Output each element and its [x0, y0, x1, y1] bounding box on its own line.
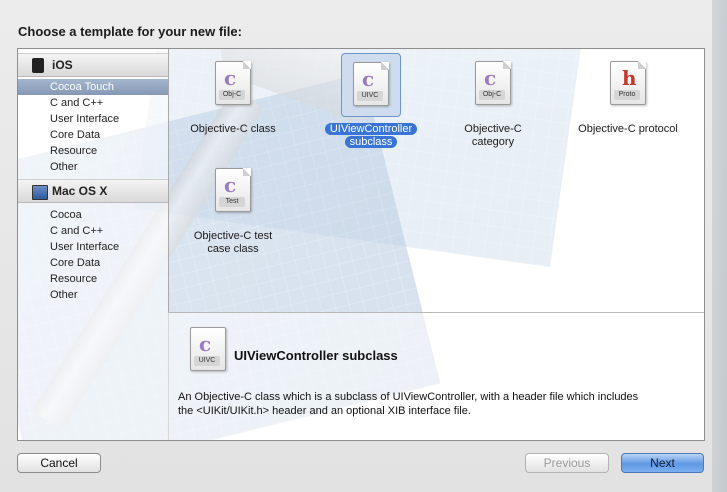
- group-label: Mac OS X: [52, 184, 108, 198]
- sidebar-item-ios-cocoa-touch[interactable]: Cocoa Touch: [18, 79, 168, 95]
- sidebar-item-mac-cocoa[interactable]: Cocoa: [18, 207, 168, 223]
- sidebar-item-ios-user-interface[interactable]: User Interface: [18, 111, 168, 127]
- sidebar-item-ios-resource[interactable]: Resource: [18, 143, 168, 159]
- template-label: UIViewController subclass: [316, 123, 426, 149]
- sidebar-item-ios-c-and-cpp[interactable]: C and C++: [18, 95, 168, 111]
- sidebar-group-ios[interactable]: iOS: [18, 53, 168, 77]
- uivc-file-icon: c UIVC: [190, 327, 226, 371]
- objc-category-file-icon: c Obj-C: [475, 61, 511, 105]
- test-file-icon: c Test: [215, 168, 251, 212]
- mac-icon: [32, 185, 48, 200]
- template-chooser: iOS Cocoa Touch C and C++ User Interface…: [17, 48, 705, 441]
- sidebar-group-mac-os-x[interactable]: Mac OS X: [18, 179, 168, 203]
- cancel-button[interactable]: Cancel: [17, 453, 101, 473]
- description-title: UIViewController subclass: [234, 348, 398, 363]
- sidebar-item-mac-user-interface[interactable]: User Interface: [18, 239, 168, 255]
- platform-sidebar: iOS Cocoa Touch C and C++ User Interface…: [18, 49, 169, 440]
- template-label: Objective-C protocol: [578, 123, 678, 135]
- template-objective-c-test-case-class[interactable]: c Test Objective-C test case class: [178, 160, 288, 256]
- objc-file-icon: c Obj-C: [215, 61, 251, 105]
- dialog-title: Choose a template for your new file:: [18, 24, 242, 39]
- group-label: iOS: [52, 58, 73, 72]
- template-uiviewcontroller-subclass[interactable]: c UIVC UIViewController subclass: [316, 53, 426, 149]
- template-objective-c-category[interactable]: c Obj-C Objective-C category: [438, 53, 548, 149]
- sidebar-item-mac-c-and-cpp[interactable]: C and C++: [18, 223, 168, 239]
- sidebar-item-mac-resource[interactable]: Resource: [18, 271, 168, 287]
- template-objective-c-class[interactable]: c Obj-C Objective-C class: [178, 53, 288, 136]
- template-label: Objective-C test case class: [193, 230, 273, 255]
- protocol-file-icon: h Proto: [610, 61, 646, 105]
- template-label: Objective-C class: [190, 123, 276, 135]
- next-button[interactable]: Next: [621, 453, 704, 473]
- sidebar-item-ios-core-data[interactable]: Core Data: [18, 127, 168, 143]
- template-label: Objective-C category: [464, 123, 522, 148]
- new-file-dialog: Choose a template for your new file: iOS…: [0, 0, 727, 492]
- description-text: An Objective-C class which is a subclass…: [178, 391, 639, 417]
- template-description: c UIVC UIViewController subclass An Obje…: [168, 312, 704, 440]
- previous-button[interactable]: Previous: [525, 453, 609, 473]
- uivc-file-icon: c UIVC: [353, 62, 389, 106]
- template-objective-c-protocol[interactable]: h Proto Objective-C protocol: [558, 53, 698, 136]
- sidebar-item-mac-other[interactable]: Other: [18, 287, 168, 303]
- sidebar-item-ios-other[interactable]: Other: [18, 159, 168, 175]
- iphone-icon: [32, 58, 44, 73]
- sidebar-item-mac-core-data[interactable]: Core Data: [18, 255, 168, 271]
- background-window-strip: [712, 0, 727, 492]
